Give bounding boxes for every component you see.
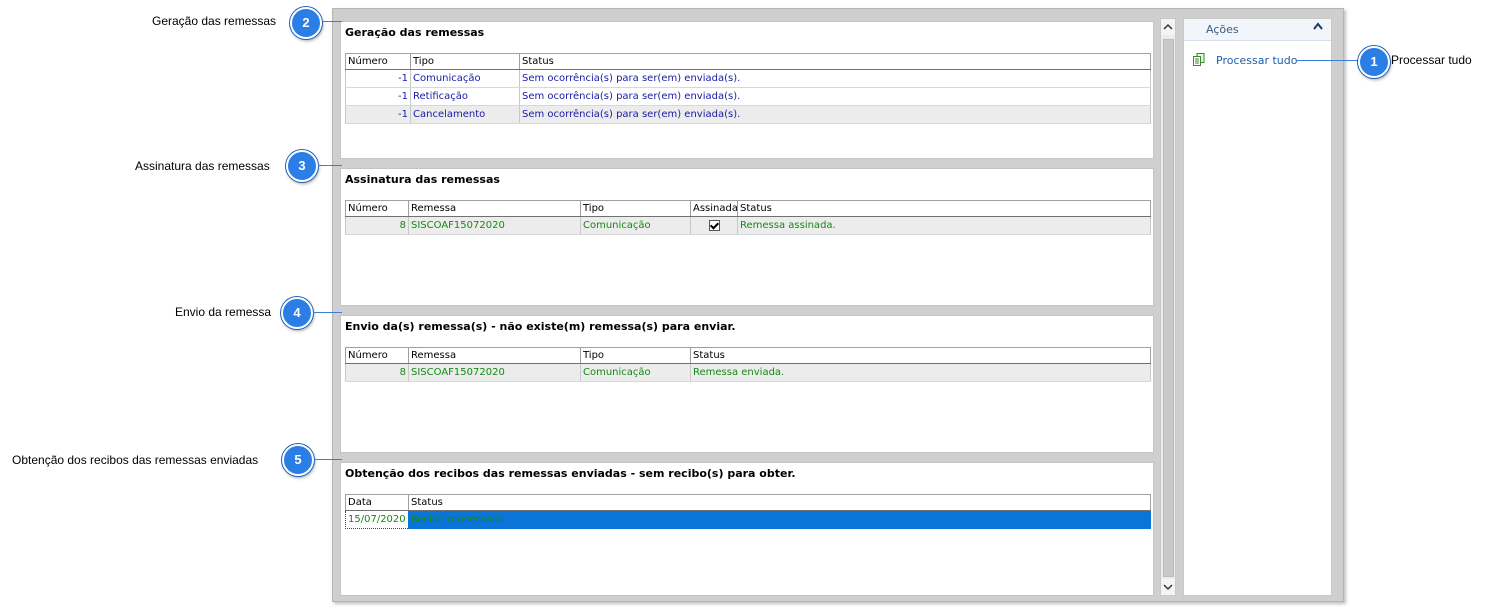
callout-1-leader: [1296, 60, 1360, 61]
actions-panel: Ações Processar tudo: [1183, 18, 1332, 596]
cell-remessa: SISCOAF15072020: [408, 216, 581, 235]
column-header[interactable]: Tipo: [580, 200, 691, 217]
callout-4-label: Envio da remessa: [175, 305, 272, 319]
generation-panel: Geração das remessas Número Tipo Status …: [340, 21, 1154, 159]
callout-5-label: Obtenção dos recibos das remessas enviad…: [12, 453, 259, 467]
chevron-up-icon[interactable]: [1313, 22, 1323, 33]
column-header[interactable]: Número: [345, 347, 409, 364]
signed-checkbox[interactable]: [708, 219, 720, 231]
callout-2-badge: 2: [290, 7, 322, 39]
cell-numero: -1: [345, 69, 411, 88]
callout-5-leader: [314, 459, 342, 460]
signature-panel: Assinatura das remessas Número Remessa T…: [340, 168, 1154, 306]
column-header[interactable]: Remessa: [408, 200, 581, 217]
table-row-selected[interactable]: 15/07/2020 Recibo processado.: [345, 510, 1151, 529]
callout-2-leader: [322, 21, 342, 22]
cell-status: Remessa enviada.: [690, 363, 1151, 382]
cell-numero: 8: [345, 216, 409, 235]
cell-numero: 8: [345, 363, 409, 382]
cell-status: Sem ocorrência(s) para ser(em) enviada(s…: [519, 105, 1151, 124]
callout-5-badge: 5: [282, 444, 314, 476]
column-header[interactable]: Remessa: [408, 347, 581, 364]
table-row[interactable]: -1 Comunicação Sem ocorrência(s) para se…: [345, 69, 1151, 88]
sending-table: Número Remessa Tipo Status 8 SISCOAF1507…: [345, 347, 1151, 382]
column-header[interactable]: Assinada: [690, 200, 738, 217]
table-row[interactable]: 8 SISCOAF15072020 Comunicação Remessa as…: [345, 216, 1151, 235]
vertical-scrollbar[interactable]: [1160, 18, 1176, 596]
copy-pages-icon: [1193, 53, 1205, 66]
column-header[interactable]: Número: [345, 200, 409, 217]
cell-tipo: Comunicação: [580, 216, 691, 235]
cell-status: Sem ocorrência(s) para ser(em) enviada(s…: [519, 87, 1151, 106]
column-header[interactable]: Status: [690, 347, 1151, 364]
column-header[interactable]: Status: [737, 200, 1151, 217]
generation-table: Número Tipo Status -1 Comunicação Sem oc…: [345, 53, 1151, 124]
signature-table: Número Remessa Tipo Assinada Status 8 SI…: [345, 200, 1151, 235]
callout-4-leader: [313, 312, 342, 313]
callout-3-label: Assinatura das remessas: [135, 159, 270, 173]
column-header[interactable]: Data: [345, 494, 409, 511]
cell-tipo: Comunicação: [580, 363, 691, 382]
receipts-title: Obtenção dos recibos das remessas enviad…: [345, 467, 796, 480]
cell-numero: -1: [345, 105, 411, 124]
column-header[interactable]: Tipo: [580, 347, 691, 364]
callout-3-leader: [318, 165, 342, 166]
sending-panel: Envio da(s) remessa(s) - não existe(m) r…: [340, 315, 1154, 453]
generation-title: Geração das remessas: [345, 26, 485, 39]
actions-header[interactable]: Ações: [1184, 19, 1331, 41]
cell-tipo: Retificação: [410, 87, 520, 106]
sending-title: Envio da(s) remessa(s) - não existe(m) r…: [345, 320, 736, 333]
actions-title: Ações: [1206, 23, 1239, 36]
cell-data: 15/07/2020: [345, 510, 409, 529]
column-header[interactable]: Tipo: [410, 53, 520, 70]
table-row[interactable]: -1 Cancelamento Sem ocorrência(s) para s…: [345, 105, 1151, 124]
cell-status: Remessa assinada.: [737, 216, 1151, 235]
receipts-panel: Obtenção dos recibos das remessas enviad…: [340, 462, 1154, 596]
cell-tipo: Cancelamento: [410, 105, 520, 124]
column-header[interactable]: Status: [519, 53, 1151, 70]
receipts-table: Data Status 15/07/2020 Recibo processado…: [345, 494, 1151, 529]
callout-1-label: Processar tudo: [1391, 53, 1472, 67]
callout-2-label: Geração das remessas: [152, 14, 277, 28]
process-all-link[interactable]: Processar tudo: [1216, 54, 1298, 67]
cell-status: Sem ocorrência(s) para ser(em) enviada(s…: [519, 69, 1151, 88]
scrollbar-thumb[interactable]: [1163, 39, 1174, 577]
cell-assinada: [690, 216, 738, 235]
cell-tipo: Comunicação: [410, 69, 520, 88]
table-row[interactable]: 8 SISCOAF15072020 Comunicação Remessa en…: [345, 363, 1151, 382]
chevron-down-icon[interactable]: [1161, 579, 1175, 595]
cell-status: Recibo processado.: [408, 510, 1151, 529]
callout-1-badge: 1: [1358, 46, 1390, 78]
callout-3-badge: 3: [286, 150, 318, 182]
callout-4-badge: 4: [281, 297, 313, 329]
column-header[interactable]: Número: [345, 53, 411, 70]
chevron-up-icon[interactable]: [1161, 19, 1175, 35]
cell-remessa: SISCOAF15072020: [408, 363, 581, 382]
column-header[interactable]: Status: [408, 494, 1151, 511]
table-row[interactable]: -1 Retificação Sem ocorrência(s) para se…: [345, 87, 1151, 106]
cell-numero: -1: [345, 87, 411, 106]
signature-title: Assinatura das remessas: [345, 173, 500, 186]
